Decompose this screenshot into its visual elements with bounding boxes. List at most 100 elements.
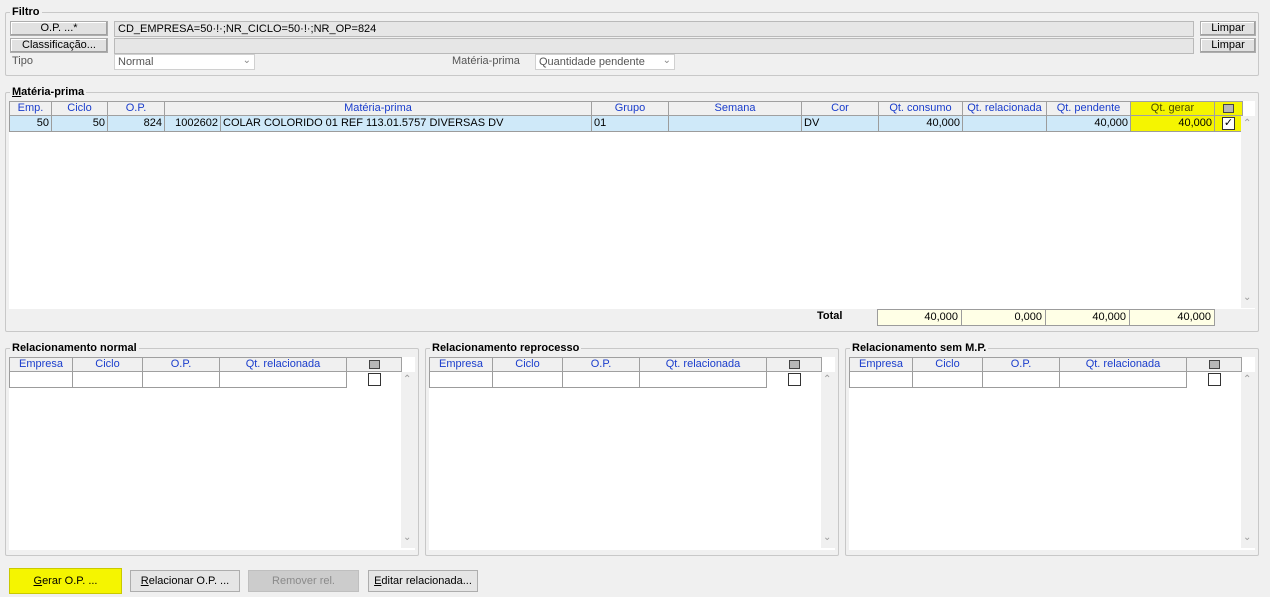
classificacao-field[interactable] xyxy=(114,38,1194,54)
col-materia-prima[interactable]: Matéria-prima xyxy=(165,102,592,116)
table-row[interactable] xyxy=(429,372,822,388)
row-checkbox[interactable] xyxy=(368,373,381,386)
scroll-down-icon[interactable]: ⌄ xyxy=(1243,532,1251,543)
op-filter-field[interactable]: CD_EMPRESA=50·!·;NR_CICLO=50·!·;NR_OP=82… xyxy=(114,21,1194,37)
materia-prima-title-mnemonic: M xyxy=(12,86,22,98)
cell-codigo: 1002602 xyxy=(165,116,221,132)
col-qt-consumo[interactable]: Qt. consumo xyxy=(879,102,963,116)
cell-op xyxy=(143,372,220,388)
col-ciclo[interactable]: Ciclo xyxy=(73,358,143,372)
col-select-all[interactable] xyxy=(347,358,402,372)
select-all-icon xyxy=(1208,360,1220,369)
col-ciclo[interactable]: Ciclo xyxy=(493,358,563,372)
col-qt-relacionada[interactable]: Qt. relacionada xyxy=(963,102,1047,116)
tipo-label: Tipo xyxy=(12,55,33,67)
cell-qt-gerar[interactable]: 40,000 xyxy=(1131,116,1215,132)
col-semana[interactable]: Semana xyxy=(669,102,802,116)
materia-prima-title-rest: atéria-prima xyxy=(21,86,85,98)
classificacao-button[interactable]: Classificação... xyxy=(10,38,108,53)
relacionar-op-button[interactable]: Relacionar O.P. ... xyxy=(130,570,240,592)
col-select-all[interactable] xyxy=(767,358,822,372)
chevron-down-icon: ⌄ xyxy=(242,55,251,66)
scroll-up-icon[interactable]: ⌃ xyxy=(823,374,831,385)
col-ciclo[interactable]: Ciclo xyxy=(52,102,108,116)
total-qt-gerar: 40,000 xyxy=(1129,309,1215,326)
total-qt-pendente: 40,000 xyxy=(1045,309,1130,326)
scroll-down-icon[interactable]: ⌄ xyxy=(1243,292,1251,303)
relacionamento-normal-header: Empresa Ciclo O.P. Qt. relacionada xyxy=(9,357,402,372)
cell-semana xyxy=(669,116,802,132)
cell-empresa xyxy=(10,372,73,388)
limpar-classificacao-button[interactable]: Limpar xyxy=(1200,38,1256,53)
cell-qt-relacionada xyxy=(1060,372,1187,388)
materia-prima-grid-area xyxy=(9,101,1255,309)
cell-qt-pendente: 40,000 xyxy=(1047,116,1131,132)
col-empresa[interactable]: Empresa xyxy=(430,358,493,372)
cell-select[interactable] xyxy=(1187,372,1242,388)
materia-prima-grid-header: Emp. Ciclo O.P. Matéria-prima Grupo Sema… xyxy=(9,101,1243,116)
col-empresa[interactable]: Empresa xyxy=(850,358,913,372)
relacionamento-reprocesso-header: Empresa Ciclo O.P. Qt. relacionada xyxy=(429,357,822,372)
row-checkbox[interactable] xyxy=(1208,373,1221,386)
materia-prima-select[interactable]: Quantidade pendente ⌄ xyxy=(535,54,675,70)
col-ciclo[interactable]: Ciclo xyxy=(913,358,983,372)
cell-select[interactable] xyxy=(767,372,822,388)
cell-op xyxy=(563,372,640,388)
cell-ciclo: 50 xyxy=(52,116,108,132)
col-cor[interactable]: Cor xyxy=(802,102,879,116)
col-qt-relacionada[interactable]: Qt. relacionada xyxy=(220,358,347,372)
cell-materia-prima: COLAR COLORIDO 01 REF 113.01.5757 DIVERS… xyxy=(221,116,592,132)
select-all-icon xyxy=(788,360,800,369)
relacionar-op-mnemonic: R xyxy=(140,575,149,587)
col-grupo[interactable]: Grupo xyxy=(592,102,669,116)
tipo-select[interactable]: Normal ⌄ xyxy=(114,54,255,70)
relacionamento-reprocesso-scrollbar[interactable]: ⌃ ⌄ xyxy=(821,372,835,548)
col-qt-relacionada[interactable]: Qt. relacionada xyxy=(1060,358,1187,372)
editar-relacionada-button[interactable]: Editar relacionada... xyxy=(368,570,478,592)
col-op[interactable]: O.P. xyxy=(563,358,640,372)
gerar-op-label: erar O.P. ... xyxy=(42,575,98,587)
col-qt-relacionada[interactable]: Qt. relacionada xyxy=(640,358,767,372)
table-row[interactable] xyxy=(849,372,1242,388)
materia-prima-scrollbar[interactable]: ⌃ ⌄ xyxy=(1241,116,1255,308)
cell-select[interactable]: ✓ xyxy=(1215,116,1243,132)
col-op[interactable]: O.P. xyxy=(143,358,220,372)
cell-ciclo xyxy=(913,372,983,388)
relacionamento-sem-mp-scrollbar[interactable]: ⌃ ⌄ xyxy=(1241,372,1255,548)
cell-select[interactable] xyxy=(347,372,402,388)
remover-rel-button[interactable]: Remover rel. xyxy=(248,570,359,592)
scroll-up-icon[interactable]: ⌃ xyxy=(403,374,411,385)
col-qt-pendente[interactable]: Qt. pendente xyxy=(1047,102,1131,116)
limpar-op-button[interactable]: Limpar xyxy=(1200,21,1256,36)
col-op[interactable]: O.P. xyxy=(108,102,165,116)
relacionamento-sem-mp-title: Relacionamento sem M.P. xyxy=(850,341,989,355)
relacionamento-normal-scrollbar[interactable]: ⌃ ⌄ xyxy=(401,372,415,548)
materia-prima-filter-label: Matéria-prima xyxy=(452,55,520,67)
gerar-op-button[interactable]: Gerar O.P. ... xyxy=(9,568,122,594)
table-row[interactable] xyxy=(9,372,402,388)
cell-op xyxy=(983,372,1060,388)
scroll-up-icon[interactable]: ⌃ xyxy=(1243,374,1251,385)
relacionamento-reprocesso-title: Relacionamento reprocesso xyxy=(430,341,582,355)
gerar-op-mnemonic: G xyxy=(33,575,43,587)
chevron-down-icon: ⌄ xyxy=(662,55,671,66)
scroll-down-icon[interactable]: ⌄ xyxy=(823,532,831,543)
row-checkbox-checked-icon[interactable]: ✓ xyxy=(1222,117,1235,130)
relacionar-op-label: elacionar O.P. ... xyxy=(148,575,230,587)
materia-prima-select-value: Quantidade pendente xyxy=(539,56,645,68)
col-empresa[interactable]: Empresa xyxy=(10,358,73,372)
table-row[interactable]: 50 50 824 1002602 COLAR COLORIDO 01 REF … xyxy=(9,116,1243,132)
op-filter-button[interactable]: O.P. ...* xyxy=(10,21,108,36)
tipo-select-value: Normal xyxy=(118,56,154,68)
col-emp[interactable]: Emp. xyxy=(10,102,52,116)
col-qt-gerar[interactable]: Qt. gerar xyxy=(1131,102,1215,116)
scroll-down-icon[interactable]: ⌄ xyxy=(403,532,411,543)
cell-ciclo xyxy=(73,372,143,388)
total-label: Total xyxy=(817,310,843,322)
scroll-up-icon[interactable]: ⌃ xyxy=(1243,118,1251,129)
col-select-all[interactable] xyxy=(1187,358,1242,372)
relacionamento-normal-title: Relacionamento normal xyxy=(10,341,139,355)
row-checkbox[interactable] xyxy=(788,373,801,386)
col-select-all[interactable] xyxy=(1215,102,1243,116)
col-op[interactable]: O.P. xyxy=(983,358,1060,372)
